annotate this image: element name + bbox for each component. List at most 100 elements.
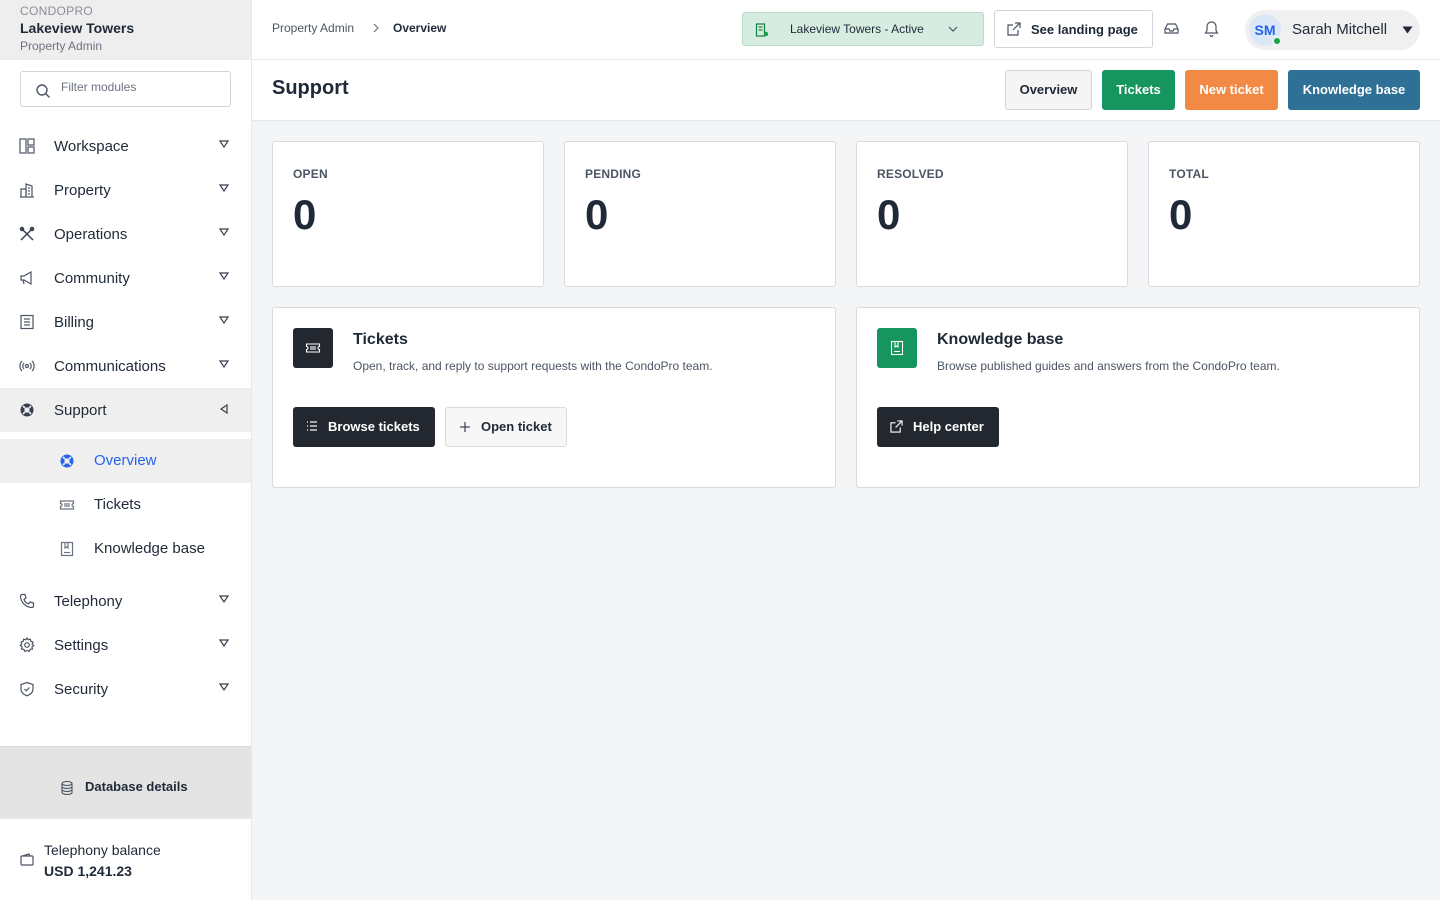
sidebar-item-workspace[interactable]: Workspace — [0, 124, 251, 168]
tickets-card-description: Open, track, and reply to support reques… — [353, 359, 713, 373]
stat-value: 0 — [1169, 191, 1193, 238]
open-ticket-button[interactable]: Open ticket — [445, 407, 567, 447]
browse-tickets-button[interactable]: Browse tickets — [293, 407, 435, 447]
book-icon — [59, 541, 75, 557]
tickets-card: Tickets Open, track, and reply to suppor… — [272, 307, 836, 488]
search-icon — [35, 83, 51, 99]
wallet-icon — [20, 853, 34, 866]
telephony-balance-label: Telephony balance — [44, 842, 161, 858]
sidebar-subitem-knowledge-base[interactable]: Knowledge base — [0, 527, 251, 571]
knowledge-base-card-title: Knowledge base — [937, 331, 1064, 348]
brand-property-name: Lakeview Towers — [20, 20, 135, 36]
caret-down-icon — [219, 360, 229, 368]
sidebar-item-label: Settings — [54, 636, 109, 654]
caret-down-icon — [219, 595, 229, 603]
caret-down-icon — [1402, 26, 1413, 34]
sidebar-item-label: Telephony — [54, 592, 123, 610]
bell-icon[interactable] — [1204, 20, 1219, 38]
stat-card-pending: PENDING 0 — [564, 141, 836, 287]
chevron-right-icon — [372, 23, 380, 33]
stat-label: RESOLVED — [877, 167, 944, 181]
lifebuoy-icon — [19, 402, 35, 418]
shield-icon — [19, 681, 35, 697]
see-landing-page-button[interactable]: See landing page — [994, 10, 1153, 48]
external-link-icon — [1007, 22, 1021, 36]
ticket-icon — [293, 328, 333, 368]
caret-down-icon — [219, 140, 229, 148]
sidebar-item-communications[interactable]: Communications — [0, 344, 251, 388]
stat-value: 0 — [293, 191, 317, 238]
sidebar-subitem-label: Overview — [94, 452, 157, 469]
sidebar-item-telephony[interactable]: Telephony — [0, 579, 251, 623]
inbox-icon[interactable] — [1164, 20, 1179, 38]
list-icon — [306, 420, 318, 432]
user-name: Sarah Mitchell — [1292, 21, 1388, 38]
sidebar-item-label: Support — [54, 401, 107, 419]
sidebar-item-label: Operations — [54, 225, 128, 243]
knowledge-base-tab-button[interactable]: Knowledge base — [1288, 70, 1420, 110]
caret-down-icon — [219, 639, 229, 647]
sidebar-item-support[interactable]: Support — [0, 388, 251, 432]
sidebar-subitem-label: Tickets — [94, 496, 141, 513]
new-ticket-button[interactable]: New ticket — [1185, 70, 1278, 110]
tickets-tab-button[interactable]: Tickets — [1102, 70, 1175, 110]
sidebar-item-label: Property — [54, 181, 111, 199]
sidebar-subitem-tickets[interactable]: Tickets — [0, 483, 251, 527]
broadcast-icon — [19, 358, 35, 374]
stat-label: OPEN — [293, 167, 328, 181]
caret-down-icon — [219, 316, 229, 324]
receipt-icon — [19, 314, 35, 330]
sidebar-item-label: Billing — [54, 313, 95, 331]
building-icon — [19, 182, 35, 198]
caret-left-icon — [219, 404, 229, 414]
telephony-balance-value: USD 1,241.23 — [44, 863, 132, 879]
building-status-icon — [755, 23, 769, 37]
database-details-button[interactable]: Database details — [0, 746, 251, 818]
property-status-select[interactable]: Lakeview Towers - Active — [742, 12, 984, 46]
book-icon — [877, 328, 917, 368]
sidebar-item-label: Communications — [54, 357, 166, 375]
brand-role: Property Admin — [20, 39, 103, 53]
knowledge-base-card: Knowledge base Browse published guides a… — [856, 307, 1420, 488]
sidebar-item-settings[interactable]: Settings — [0, 623, 251, 667]
overview-tab-button[interactable]: Overview — [1005, 70, 1092, 110]
caret-down-icon — [219, 683, 229, 691]
caret-down-icon — [219, 272, 229, 280]
sidebar-item-security[interactable]: Security — [0, 667, 251, 711]
filter-modules-field[interactable] — [20, 71, 231, 107]
brand-kicker: CONDOPRO — [20, 4, 94, 18]
user-menu[interactable]: SM Sarah Mitchell — [1245, 10, 1420, 50]
stat-card-resolved: RESOLVED 0 — [856, 141, 1128, 287]
stat-value: 0 — [877, 191, 901, 238]
caret-down-icon — [219, 184, 229, 192]
external-link-icon — [890, 420, 903, 433]
property-status-label: Lakeview Towers - Active — [790, 22, 924, 36]
ticket-icon — [59, 497, 75, 513]
sidebar-item-label: Workspace — [54, 137, 129, 155]
sidebar-item-community[interactable]: Community — [0, 256, 251, 300]
sidebar-subitem-overview[interactable]: Overview — [0, 439, 251, 483]
database-details-label: Database details — [85, 779, 188, 794]
tools-icon — [19, 226, 35, 242]
stat-card-open: OPEN 0 — [272, 141, 544, 287]
phone-icon — [19, 593, 35, 609]
workspace-icon — [19, 138, 35, 154]
breadcrumb-current: Overview — [393, 21, 447, 35]
browse-tickets-label: Browse tickets — [328, 419, 420, 434]
database-icon — [61, 781, 73, 795]
lifebuoy-icon — [59, 453, 75, 469]
caret-down-icon — [219, 228, 229, 236]
sidebar-item-operations[interactable]: Operations — [0, 212, 251, 256]
filter-modules-input[interactable] — [61, 80, 221, 94]
help-center-label: Help center — [913, 419, 984, 434]
topbar: Property Admin Overview Lakeview Towers … — [252, 0, 1440, 60]
tickets-card-title: Tickets — [353, 331, 408, 348]
help-center-button[interactable]: Help center — [877, 407, 999, 447]
open-ticket-label: Open ticket — [481, 419, 552, 434]
breadcrumb-parent-link[interactable]: Property Admin — [272, 21, 354, 35]
sidebar-item-property[interactable]: Property — [0, 168, 251, 212]
megaphone-icon — [19, 270, 35, 286]
sidebar-item-billing[interactable]: Billing — [0, 300, 251, 344]
sidebar-subitem-label: Knowledge base — [94, 540, 205, 557]
online-status-dot — [1272, 36, 1282, 46]
